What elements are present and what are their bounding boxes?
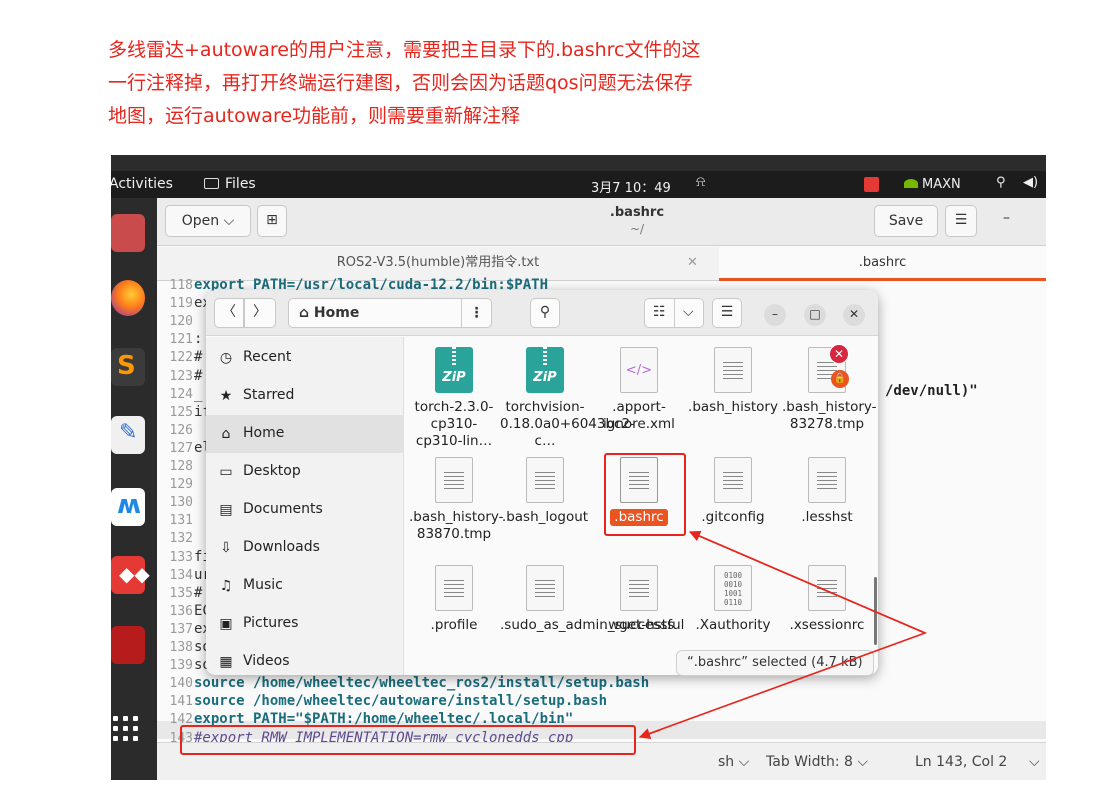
arrow-to-export-line xyxy=(638,728,661,739)
arrow-shaft xyxy=(639,531,928,738)
root: 多线雷达+autoware的用户注意，需要把主目录下的.bashrc文件的这 一… xyxy=(0,0,1104,785)
annotation-arrows xyxy=(638,530,928,739)
